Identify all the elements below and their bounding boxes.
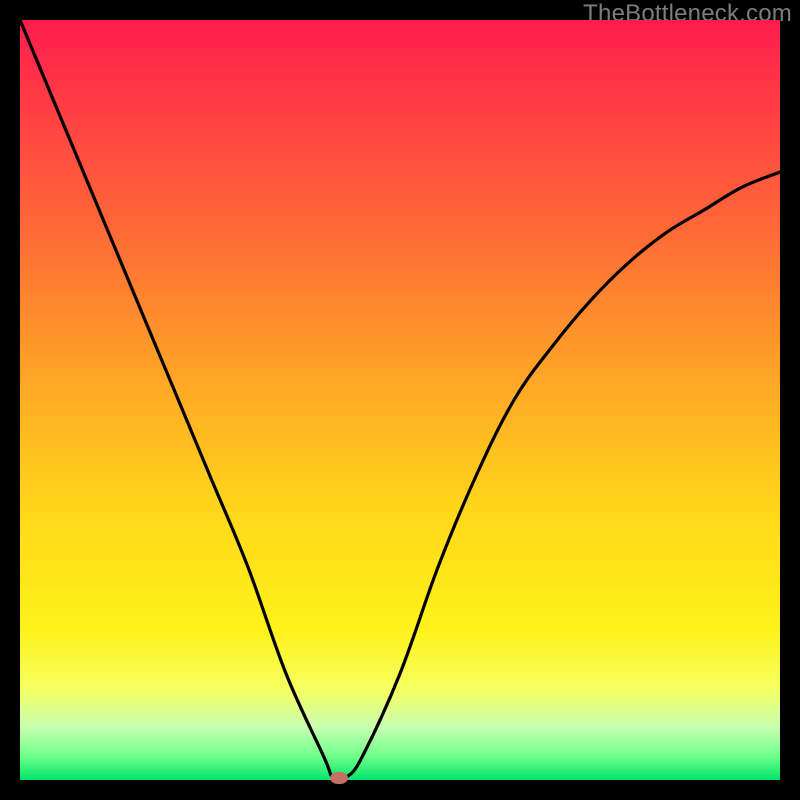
chart-stage: TheBottleneck.com <box>0 0 800 800</box>
optimum-marker <box>330 772 348 784</box>
plot-area <box>20 20 780 780</box>
bottleneck-curve <box>20 20 780 779</box>
curve-svg <box>20 20 780 780</box>
